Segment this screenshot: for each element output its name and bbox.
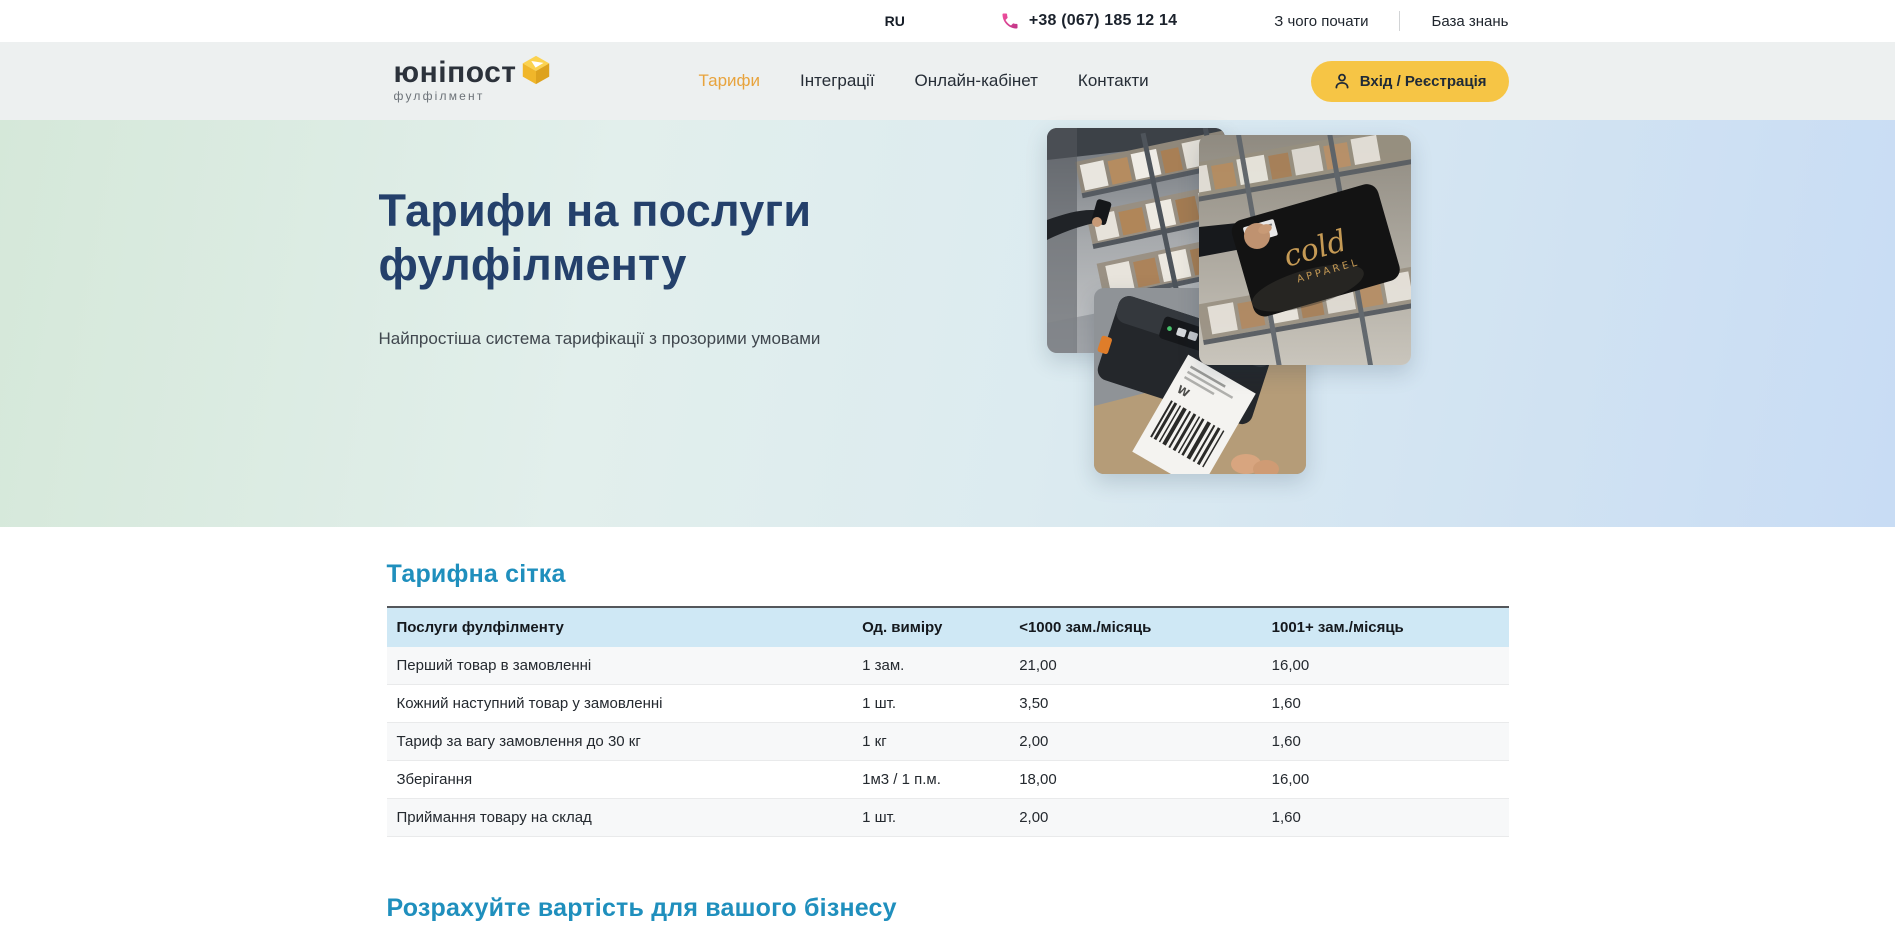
table-cell: Кожний наступний товар у замовленні: [387, 685, 853, 723]
table-cell: 1 шт.: [852, 799, 1009, 837]
pricing-heading: Тарифна сітка: [387, 560, 1509, 589]
table-cell: 21,00: [1009, 647, 1261, 685]
table-cell: 2,00: [1009, 799, 1261, 837]
table-cell: Зберігання: [387, 761, 853, 799]
language-switcher[interactable]: RU: [885, 13, 905, 29]
nav-online-cabinet[interactable]: Онлайн-кабінет: [915, 71, 1038, 91]
table-cell: 1 зам.: [852, 647, 1009, 685]
table-cell: 3,50: [1009, 685, 1261, 723]
cube-logo-icon: [519, 53, 553, 92]
table-row: Кожний наступний товар у замовленні1 шт.…: [387, 685, 1509, 723]
hero-section: Тарифи на послуги фулфілменту Найпростіш…: [0, 120, 1895, 527]
table-header-row: Послуги фулфілменту Од. виміру <1000 зам…: [387, 607, 1509, 647]
phone-number: +38 (067) 185 12 14: [1029, 12, 1177, 30]
site-header: юніпост фулфілмент Тарифи Інтеграції Онл…: [0, 42, 1895, 120]
column-header-service: Послуги фулфілменту: [387, 607, 853, 647]
logo[interactable]: юніпост фулфілмент: [394, 59, 553, 103]
table-cell: 2,00: [1009, 723, 1261, 761]
table-row: Перший товар в замовленні1 зам.21,0016,0…: [387, 647, 1509, 685]
table-row: Приймання товару на склад1 шт.2,001,60: [387, 799, 1509, 837]
table-cell: 18,00: [1009, 761, 1261, 799]
table-cell: Приймання товару на склад: [387, 799, 853, 837]
calculator-heading: Розрахуйте вартість для вашого бізнесу: [387, 894, 1509, 923]
main-nav: Тарифи Інтеграції Онлайн-кабінет Контакт…: [699, 71, 1149, 91]
table-cell: 1 кг: [852, 723, 1009, 761]
phone-icon: [1000, 11, 1020, 31]
table-cell: Тариф за вагу замовлення до 30 кг: [387, 723, 853, 761]
login-button[interactable]: Вхід / Реєстрація: [1311, 61, 1509, 102]
user-icon: [1333, 72, 1351, 90]
table-cell: 1м3 / 1 п.м.: [852, 761, 1009, 799]
link-getting-started[interactable]: З чого почати: [1274, 13, 1368, 30]
table-cell: 1,60: [1262, 723, 1509, 761]
topbar: RU +38 (067) 185 12 14 З чого почати Баз…: [0, 0, 1895, 42]
logo-wordmark: юніпост: [394, 59, 517, 87]
column-header-under-1000: <1000 зам./місяць: [1009, 607, 1261, 647]
table-row: Зберігання1м3 / 1 п.м.18,0016,00: [387, 761, 1509, 799]
table-cell: 16,00: [1262, 761, 1509, 799]
phone-link[interactable]: +38 (067) 185 12 14: [1000, 11, 1177, 31]
table-cell: 16,00: [1262, 647, 1509, 685]
pricing-table-body: Перший товар в замовленні1 зам.21,0016,0…: [387, 647, 1509, 837]
table-cell: 1,60: [1262, 799, 1509, 837]
topbar-divider: [1399, 11, 1400, 31]
logo-subtitle: фулфілмент: [394, 89, 517, 103]
pricing-table: Послуги фулфілменту Од. виміру <1000 зам…: [387, 606, 1509, 837]
nav-tariffs[interactable]: Тарифи: [699, 71, 761, 91]
column-header-over-1001: 1001+ зам./місяць: [1262, 607, 1509, 647]
nav-integrations[interactable]: Інтеграції: [800, 71, 875, 91]
login-button-label: Вхід / Реєстрація: [1360, 73, 1487, 90]
table-cell: 1 шт.: [852, 685, 1009, 723]
nav-contacts[interactable]: Контакти: [1078, 71, 1149, 91]
table-row: Тариф за вагу замовлення до 30 кг1 кг2,0…: [387, 723, 1509, 761]
content-section: Тарифна сітка Послуги фулфілменту Од. ви…: [0, 527, 1895, 923]
page-title: Тарифи на послуги фулфілменту: [379, 184, 859, 292]
page-subtitle: Найпростіша система тарифікації з прозор…: [379, 329, 821, 349]
link-knowledge-base[interactable]: База знань: [1431, 13, 1508, 30]
table-cell: Перший товар в замовленні: [387, 647, 853, 685]
column-header-unit: Од. виміру: [852, 607, 1009, 647]
package-photo: cold APPAREL: [1199, 135, 1411, 365]
table-cell: 1,60: [1262, 685, 1509, 723]
